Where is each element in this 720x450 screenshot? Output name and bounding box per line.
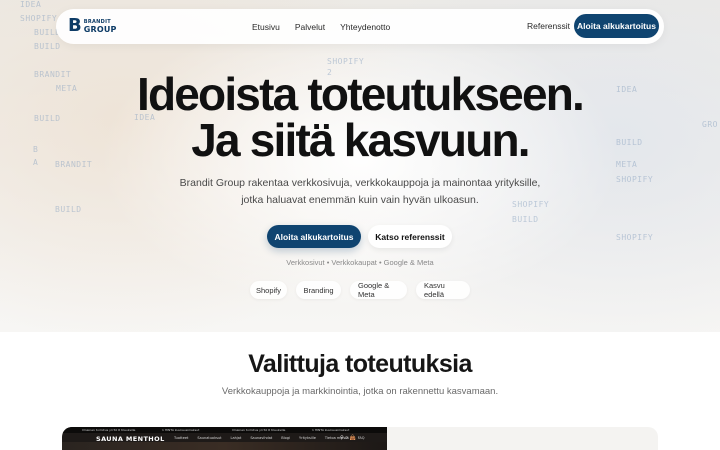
nav-link-etusivu[interactable]: Etusivu [252, 22, 280, 32]
nav-links: Etusivu Palvelut Yhteydenotto [252, 9, 390, 44]
brand-logo[interactable]: B BRANDIT GROUP [68, 17, 117, 35]
tag-kasvu-edella: Kasvu edellä [416, 281, 470, 299]
background-word: IDEA [20, 0, 42, 9]
preview-topbar-text: 1 HINTA kuukausimaksut [162, 428, 200, 432]
tag-branding: Branding [296, 281, 341, 299]
tag-google-meta: Google & Meta [350, 281, 407, 299]
headline-line-1: Ideoista toteutukseen. [136, 68, 585, 120]
logo-mark: B [68, 15, 82, 36]
nav-link-palvelut[interactable]: Palvelut [295, 22, 325, 32]
project-screenshot: Ilmainen toimitus yli 50 € tilauksille 1… [62, 427, 387, 450]
preview-icons: ♀ ⌕ 👜 [340, 435, 356, 441]
headline-line-2: Ja siitä kasvuun. [191, 114, 530, 166]
hero-headline: Ideoista toteutukseen. Ja siitä kasvuun. [0, 71, 720, 163]
nav-link-referenssit[interactable]: Referenssit [527, 21, 570, 31]
background-word: BUILD [512, 215, 539, 224]
tag-shopify: Shopify [250, 281, 287, 299]
selected-work-section: Valittuja toteutuksia Verkkokauppoja ja … [0, 332, 720, 450]
navbar: B BRANDIT GROUP Etusivu Palvelut Yhteyde… [56, 9, 664, 44]
start-assessment-button[interactable]: Aloita alkukartoitus [267, 225, 361, 248]
logo-wordmark: BRANDIT GROUP [84, 18, 117, 34]
hero-subtitle: Brandit Group rakentaa verkkosivuja, ver… [0, 175, 720, 209]
tag-list: Shopify Branding Google & Meta Kasvu ede… [0, 281, 720, 299]
background-word: SHOPIFY [616, 233, 654, 242]
view-references-button[interactable]: Katso referenssit [368, 225, 452, 248]
preview-menu-item: Blogi [281, 436, 290, 440]
preview-topbar-text: 1 HINTA kuukausimaksut [312, 428, 350, 432]
project-card[interactable]: Ilmainen toimitus yli 50 € tilauksille 1… [62, 427, 658, 450]
services-line: Verkkosivut • Verkkokaupat • Google & Me… [286, 258, 434, 267]
preview-menu: Tuotteet Saunatuoksut Lahjat Saunavihdat… [174, 436, 365, 440]
hero-section: IDEA SHOPIFY BUILD BUILD BRANDIT META IDEA BUIL… [0, 0, 720, 332]
subtitle-line-2: jotka haluavat enemmän kuin vain hyvän u… [241, 194, 479, 206]
preview-topbar-text: Ilmainen toimitus yli 50 € tilauksille [232, 428, 286, 432]
preview-menu-item: FAQ [357, 436, 365, 440]
logo-line-2: GROUP [83, 25, 117, 34]
preview-topbar-text: Ilmainen toimitus yli 50 € tilauksille [82, 428, 136, 432]
background-word: BUILD [34, 42, 61, 51]
background-word: SHOPIFY [20, 14, 58, 23]
nav-cta-button[interactable]: Aloita alkukartoitus [574, 14, 659, 38]
section-title: Valittuja toteutuksia [248, 350, 472, 378]
preview-menu-item: Saunatuoksut [197, 436, 222, 440]
preview-topbar: Ilmainen toimitus yli 50 € tilauksille 1… [62, 427, 387, 433]
preview-menu-item: Lahjat [230, 436, 242, 440]
preview-menu-item: Yrityksille [299, 436, 316, 440]
section-subtitle: Verkkokauppoja ja markkinointia, jotka o… [221, 386, 499, 397]
preview-hero-image [62, 442, 387, 450]
preview-menu-item: Tuotteet [174, 436, 189, 440]
subtitle-line-1: Brandit Group rakentaa verkkosivuja, ver… [179, 177, 541, 189]
nav-link-yhteydenotto[interactable]: Yhteydenotto [340, 22, 390, 32]
background-word: SHOPIFY [327, 57, 365, 66]
preview-menu-item: Saunavihdat [250, 436, 273, 440]
